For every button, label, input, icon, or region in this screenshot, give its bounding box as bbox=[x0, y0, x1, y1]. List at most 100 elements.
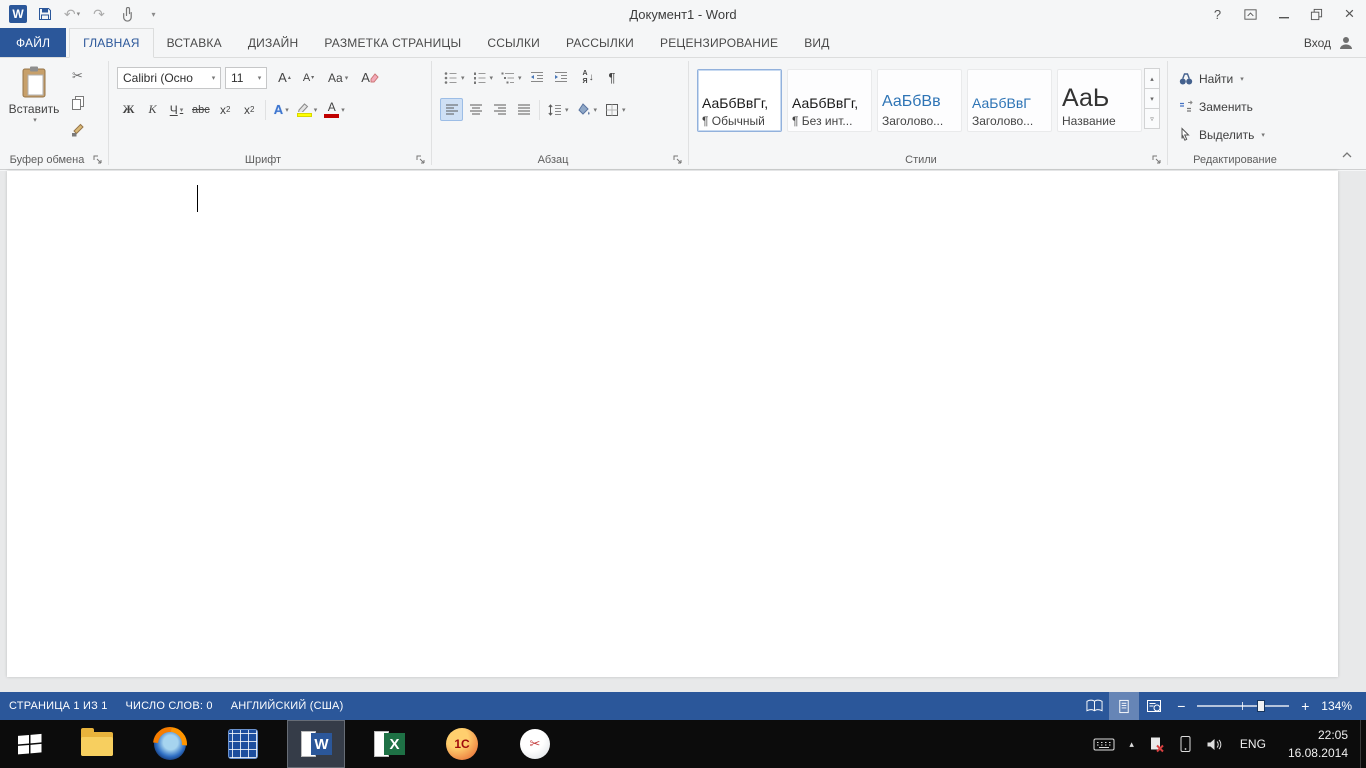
ribbon-display-options-button[interactable] bbox=[1234, 0, 1267, 28]
volume-button[interactable] bbox=[1199, 720, 1230, 768]
firefox-button[interactable] bbox=[141, 720, 199, 768]
input-language-indicator[interactable]: ENG bbox=[1230, 737, 1276, 751]
font-name-dropdown-icon: ▾ bbox=[211, 74, 216, 82]
show-formatting-marks-button[interactable]: ¶ bbox=[601, 66, 624, 89]
close-icon: × bbox=[1344, 4, 1355, 23]
clipboard-dialog-launcher[interactable] bbox=[91, 153, 104, 166]
tab-insert[interactable]: ВСТАВКА bbox=[154, 28, 235, 57]
align-left-button[interactable] bbox=[440, 98, 463, 121]
style-normal[interactable]: АаБбВвГг, ¶ Обычный bbox=[697, 69, 782, 132]
word-app-icon[interactable]: W bbox=[5, 2, 31, 26]
tab-references[interactable]: ССЫЛКИ bbox=[474, 28, 553, 57]
help-button[interactable]: ? bbox=[1201, 0, 1234, 28]
zoom-in-button[interactable]: + bbox=[1293, 692, 1317, 720]
sort-button[interactable]: АЯ ↓ bbox=[577, 66, 600, 89]
font-name-combo[interactable]: Calibri (Осно ▾ bbox=[117, 66, 221, 89]
word-count[interactable]: ЧИСЛО СЛОВ: 0 bbox=[117, 692, 222, 720]
subscript-button[interactable]: х2 bbox=[214, 98, 237, 121]
grid-app-button[interactable] bbox=[214, 720, 272, 768]
clear-formatting-button[interactable]: А bbox=[358, 66, 382, 89]
tab-view[interactable]: ВИД bbox=[791, 28, 842, 57]
shading-button[interactable]: ▾ bbox=[573, 98, 601, 121]
notification-error-button[interactable] bbox=[1141, 720, 1172, 768]
word-taskbar-button[interactable]: W bbox=[287, 720, 345, 768]
tab-page-layout[interactable]: РАЗМЕТКА СТРАНИЦЫ bbox=[311, 28, 474, 57]
grow-font-button[interactable]: А ▴ bbox=[273, 66, 296, 89]
file-explorer-button[interactable] bbox=[68, 720, 126, 768]
read-mode-button[interactable] bbox=[1079, 692, 1109, 720]
replace-button[interactable]: Заменить bbox=[1178, 95, 1298, 119]
align-center-button[interactable] bbox=[464, 98, 487, 121]
change-case-button[interactable]: Aa ▾ bbox=[325, 66, 351, 89]
bullets-button[interactable]: ▾ bbox=[440, 66, 468, 89]
paragraph-dialog-launcher[interactable] bbox=[671, 153, 684, 166]
styles-gallery-more-button[interactable]: ▿ bbox=[1144, 108, 1160, 129]
underline-button[interactable]: Ч ▾ bbox=[165, 98, 188, 121]
touch-keyboard-button[interactable] bbox=[1086, 720, 1122, 768]
sign-in-button[interactable]: Вход bbox=[1304, 28, 1366, 57]
style-heading1[interactable]: АаБбВв Заголово... bbox=[877, 69, 962, 132]
tab-file[interactable]: ФАЙЛ bbox=[0, 28, 67, 57]
style-no-spacing[interactable]: АаБбВвГг, ¶ Без инт... bbox=[787, 69, 872, 132]
find-button[interactable]: Найти ▾ bbox=[1178, 67, 1298, 91]
select-button[interactable]: Выделить ▾ bbox=[1178, 123, 1298, 147]
superscript-button[interactable]: х2 bbox=[238, 98, 261, 121]
maximize-restore-button[interactable] bbox=[1300, 0, 1333, 28]
document-page[interactable] bbox=[7, 171, 1338, 677]
shrink-font-button[interactable]: А ▾ bbox=[297, 66, 320, 89]
style-heading2[interactable]: АаБбВвГ Заголово... bbox=[967, 69, 1052, 132]
highlight-color-button[interactable]: ▾ bbox=[294, 98, 321, 121]
web-layout-button[interactable] bbox=[1139, 692, 1169, 720]
show-desktop-button[interactable] bbox=[1360, 720, 1366, 768]
zoom-out-button[interactable]: − bbox=[1169, 692, 1193, 720]
styles-scroll-down-button[interactable]: ▾ bbox=[1144, 88, 1160, 109]
strikethrough-button[interactable]: abc bbox=[189, 98, 213, 121]
styles-dialog-launcher[interactable] bbox=[1150, 153, 1163, 166]
text-effects-button[interactable]: А ▾ bbox=[270, 98, 293, 121]
font-size-combo[interactable]: 11 ▾ bbox=[225, 66, 267, 89]
decrease-indent-button[interactable] bbox=[526, 66, 549, 89]
zoom-slider-thumb[interactable] bbox=[1257, 700, 1266, 712]
redo-button[interactable]: ↷ bbox=[86, 2, 112, 26]
minimize-button[interactable] bbox=[1267, 0, 1300, 28]
tab-home[interactable]: ГЛАВНАЯ bbox=[69, 28, 154, 58]
zoom-slider[interactable] bbox=[1197, 700, 1290, 712]
show-hidden-icons-button[interactable]: ▴ bbox=[1122, 720, 1141, 768]
align-right-button[interactable] bbox=[488, 98, 511, 121]
increase-indent-button[interactable] bbox=[550, 66, 573, 89]
numbering-button[interactable]: ▾ bbox=[469, 66, 497, 89]
bold-button[interactable]: Ж bbox=[117, 98, 140, 121]
print-layout-button[interactable] bbox=[1109, 692, 1140, 720]
font-dialog-launcher[interactable] bbox=[414, 153, 427, 166]
borders-button[interactable]: ▾ bbox=[601, 98, 629, 121]
snipping-app-button[interactable]: ✂ bbox=[506, 720, 564, 768]
line-spacing-button[interactable]: ▾ bbox=[544, 98, 572, 121]
copy-button[interactable] bbox=[66, 90, 89, 115]
cut-button[interactable]: ✂ bbox=[66, 63, 89, 88]
paste-button[interactable]: Вставить ▾ bbox=[4, 61, 64, 142]
device-status-button[interactable] bbox=[1172, 720, 1199, 768]
multilevel-list-button[interactable]: ▾ bbox=[497, 66, 525, 89]
font-color-button[interactable]: А ▾ bbox=[321, 98, 348, 121]
justify-button[interactable] bbox=[512, 98, 535, 121]
style-title[interactable]: АаЬ Название bbox=[1057, 69, 1142, 132]
page-indicator[interactable]: СТРАНИЦА 1 ИЗ 1 bbox=[0, 692, 117, 720]
onec-app-button[interactable]: 1С bbox=[433, 720, 491, 768]
tab-review[interactable]: РЕЦЕНЗИРОВАНИЕ bbox=[647, 28, 791, 57]
collapse-ribbon-button[interactable] bbox=[1338, 147, 1356, 163]
close-button[interactable]: × bbox=[1333, 0, 1366, 28]
taskbar-clock[interactable]: 22:05 16.08.2014 bbox=[1276, 720, 1360, 768]
save-button[interactable] bbox=[32, 2, 58, 26]
format-painter-button[interactable] bbox=[66, 117, 89, 142]
styles-scroll-up-button[interactable]: ▴ bbox=[1144, 68, 1160, 89]
tab-design[interactable]: ДИЗАЙН bbox=[235, 28, 312, 57]
start-button[interactable] bbox=[0, 720, 60, 768]
tab-mailings[interactable]: РАССЫЛКИ bbox=[553, 28, 647, 57]
customize-qat-button[interactable]: ▾ bbox=[140, 2, 166, 26]
zoom-level[interactable]: 134% bbox=[1317, 699, 1366, 713]
undo-button[interactable]: ↶ ▾ bbox=[59, 2, 85, 26]
touch-mode-button[interactable] bbox=[113, 2, 139, 26]
language-indicator[interactable]: АНГЛИЙСКИЙ (США) bbox=[222, 692, 353, 720]
excel-taskbar-button[interactable]: X bbox=[360, 720, 418, 768]
italic-button[interactable]: К bbox=[141, 98, 164, 121]
